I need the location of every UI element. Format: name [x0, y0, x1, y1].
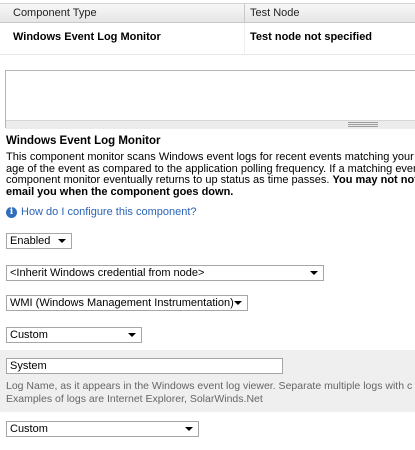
component-description: This component monitor scans Windows eve…: [6, 151, 415, 198]
info-icon: i: [6, 206, 17, 218]
test-node-cell: Test node not specified: [250, 31, 373, 43]
chevron-down-icon: [58, 239, 66, 243]
description-line: This component monitor scans Windows eve…: [6, 151, 414, 163]
custom-select-value: Custom: [10, 329, 48, 341]
custom-select-2[interactable]: Custom: [6, 421, 199, 437]
credential-select[interactable]: <Inherit Windows credential from node>: [6, 265, 324, 281]
log-name-input[interactable]: System: [6, 358, 283, 374]
hint-line: Log Name, as it appears in the Windows e…: [6, 380, 413, 392]
table-row[interactable]: Windows Event Log Monitor Test node not …: [0, 23, 415, 55]
help-link-text[interactable]: How do I configure this component?: [21, 206, 197, 218]
chevron-down-icon: [310, 271, 318, 275]
column-header-component-type[interactable]: Component Type: [13, 4, 97, 23]
hint-line: Examples of logs are Internet Explorer, …: [6, 392, 263, 405]
protocol-select-value: WMI (Windows Management Instrumentation): [10, 297, 234, 309]
column-header-test-node[interactable]: Test Node: [250, 4, 300, 23]
log-name-hint: Log Name, as it appears in the Windows e…: [6, 380, 412, 405]
chevron-down-icon: [234, 301, 242, 305]
horizontal-scrollbar[interactable]: [6, 120, 415, 129]
status-select[interactable]: Enabled: [6, 233, 72, 249]
component-type-cell: Windows Event Log Monitor: [13, 31, 161, 43]
protocol-select[interactable]: WMI (Windows Management Instrumentation): [6, 295, 248, 311]
custom-select-2-value: Custom: [10, 423, 48, 435]
help-link[interactable]: i How do I configure this component?: [6, 206, 197, 218]
table-header: Component Type Test Node: [0, 3, 415, 23]
scrollbar-grip-icon[interactable]: [348, 122, 378, 127]
chevron-down-icon: [185, 427, 193, 431]
custom-select[interactable]: Custom: [6, 327, 142, 343]
column-divider: [244, 4, 245, 23]
log-name-value: System: [10, 360, 47, 372]
status-select-value: Enabled: [10, 235, 51, 247]
chevron-down-icon: [128, 333, 136, 337]
description-bold-text: You may not not: [332, 174, 415, 186]
column-divider: [244, 23, 245, 55]
section-title: Windows Event Log Monitor: [6, 135, 161, 147]
description-bold-line: email you when the component goes down.: [6, 185, 234, 198]
credential-select-value: <Inherit Windows credential from node>: [10, 267, 205, 279]
